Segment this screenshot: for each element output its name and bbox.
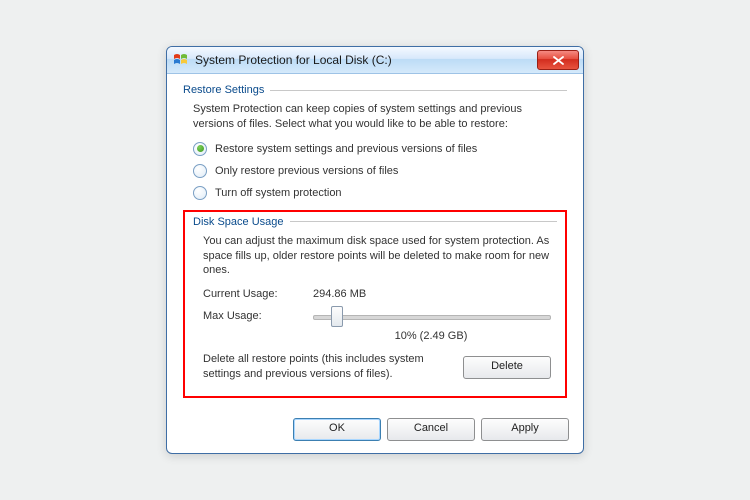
- restore-description: System Protection can keep copies of sys…: [193, 102, 561, 132]
- delete-description: Delete all restore points (this includes…: [203, 352, 453, 382]
- dialog-footer: OK Cancel Apply: [167, 410, 583, 453]
- close-icon: [553, 56, 564, 65]
- disk-description: You can adjust the maximum disk space us…: [203, 234, 551, 279]
- ok-button[interactable]: OK: [293, 418, 381, 441]
- system-protection-dialog: System Protection for Local Disk (C:) Re…: [166, 46, 584, 454]
- radio-icon: [193, 186, 207, 200]
- restore-settings-legend: Restore Settings: [183, 84, 567, 96]
- max-usage-label: Max Usage:: [203, 310, 313, 322]
- slider-track: [313, 315, 551, 320]
- close-button[interactable]: [537, 50, 579, 70]
- radio-label: Only restore previous versions of files: [215, 165, 398, 177]
- divider: [290, 221, 558, 222]
- delete-button[interactable]: Delete: [463, 356, 551, 379]
- max-usage-slider[interactable]: [313, 306, 551, 326]
- disk-space-highlight: Disk Space Usage You can adjust the maxi…: [183, 210, 567, 398]
- disk-space-legend: Disk Space Usage: [193, 216, 557, 228]
- disk-space-group: Disk Space Usage You can adjust the maxi…: [193, 216, 557, 382]
- window-title: System Protection for Local Disk (C:): [195, 53, 537, 67]
- restore-legend-text: Restore Settings: [183, 84, 264, 96]
- slider-thumb[interactable]: [331, 306, 343, 327]
- radio-turn-off-protection[interactable]: Turn off system protection: [193, 186, 561, 200]
- radio-icon: [193, 164, 207, 178]
- apply-button[interactable]: Apply: [481, 418, 569, 441]
- cancel-button[interactable]: Cancel: [387, 418, 475, 441]
- disk-legend-text: Disk Space Usage: [193, 216, 284, 228]
- radio-restore-settings-and-versions[interactable]: Restore system settings and previous ver…: [193, 142, 561, 156]
- current-usage-value: 294.86 MB: [313, 288, 366, 300]
- delete-restore-points-row: Delete all restore points (this includes…: [203, 352, 551, 382]
- dialog-content: Restore Settings System Protection can k…: [167, 74, 583, 410]
- radio-only-previous-versions[interactable]: Only restore previous versions of files: [193, 164, 561, 178]
- windows-flag-icon: [173, 52, 189, 68]
- divider: [270, 90, 567, 91]
- current-usage-label: Current Usage:: [203, 288, 313, 300]
- current-usage-row: Current Usage: 294.86 MB: [203, 288, 551, 300]
- restore-settings-group: Restore Settings System Protection can k…: [183, 84, 567, 200]
- radio-label: Restore system settings and previous ver…: [215, 143, 477, 155]
- radio-label: Turn off system protection: [215, 187, 342, 199]
- slider-caption: 10% (2.49 GB): [311, 330, 551, 342]
- radio-icon: [193, 142, 207, 156]
- max-usage-row: Max Usage:: [203, 306, 551, 326]
- titlebar: System Protection for Local Disk (C:): [167, 47, 583, 74]
